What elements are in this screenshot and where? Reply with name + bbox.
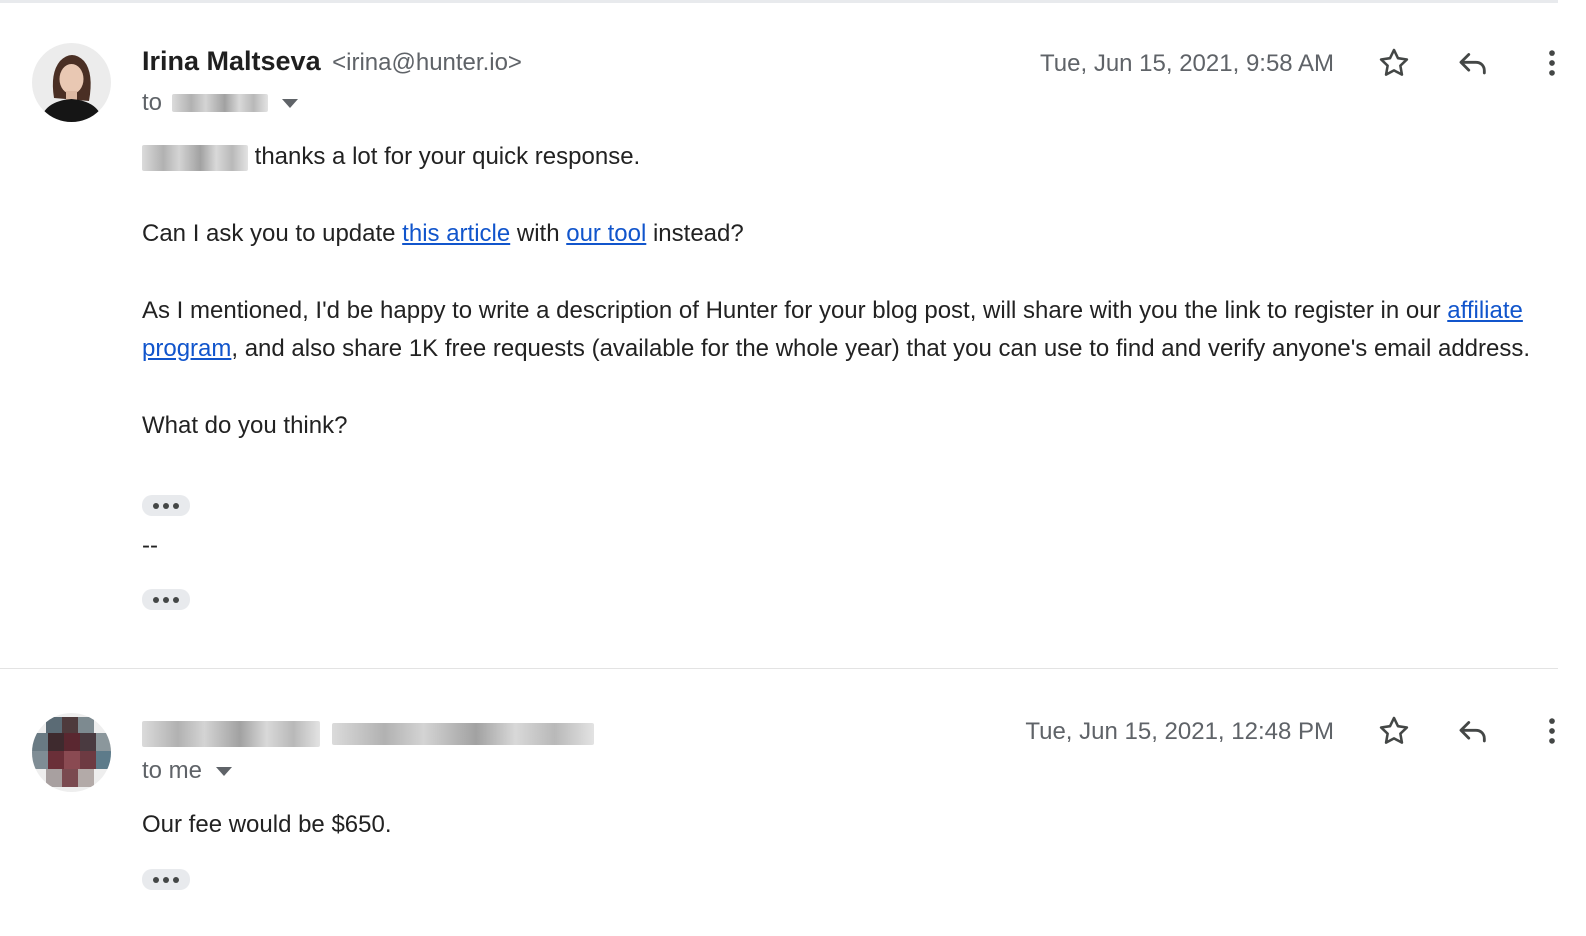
redacted-name: [142, 144, 248, 171]
chevron-down-icon[interactable]: [216, 766, 233, 776]
message-divider: [0, 668, 1558, 669]
signature-separator: --: [142, 532, 158, 559]
star-button[interactable]: [1372, 41, 1416, 85]
recipient-prefix: to: [142, 89, 163, 116]
show-trimmed-signature-button[interactable]: [142, 589, 190, 610]
reply-icon: [1459, 53, 1486, 75]
message-date: Tue, Jun 15, 2021, 9:58 AM: [1040, 50, 1334, 77]
sender-email: <irina@hunter.io>: [332, 49, 522, 76]
redacted-sender-name: [142, 720, 320, 747]
more-options-button[interactable]: [1530, 709, 1574, 753]
reply-button[interactable]: [1451, 41, 1495, 85]
message-body: thanks a lot for your quick response. Ca…: [142, 138, 1552, 445]
star-button[interactable]: [1372, 709, 1416, 753]
more-vertical-icon: [1549, 50, 1555, 76]
request-paragraph: Can I ask you to update this article wit…: [142, 220, 744, 247]
our-tool-link[interactable]: our tool: [566, 220, 646, 247]
recipient-text: to me: [142, 757, 203, 784]
reply-button[interactable]: [1451, 709, 1495, 753]
show-trimmed-content-button[interactable]: [142, 495, 190, 516]
chevron-down-icon[interactable]: [282, 98, 299, 108]
sender-avatar[interactable]: [32, 43, 111, 122]
redacted-sender-email: [331, 722, 594, 745]
top-divider: [0, 0, 1558, 3]
sender-avatar[interactable]: [32, 713, 111, 792]
message-body: Our fee would be $650.: [142, 806, 1552, 844]
sender-line: Irina Maltseva <irina@hunter.io>: [142, 46, 522, 77]
question-paragraph: What do you think?: [142, 412, 348, 439]
offer-paragraph: As I mentioned, I'd be happy to write a …: [142, 297, 1531, 362]
sender-name: Irina Maltseva: [142, 46, 321, 76]
show-trimmed-content-button[interactable]: [142, 869, 190, 890]
star-icon: [1379, 716, 1409, 744]
this-article-link[interactable]: this article: [402, 220, 510, 247]
recipient-line[interactable]: to me: [142, 757, 233, 785]
more-options-button[interactable]: [1530, 41, 1574, 85]
reply-icon: [1459, 721, 1486, 743]
sender-line: [142, 717, 594, 748]
more-vertical-icon: [1549, 718, 1555, 744]
redacted-recipient: [172, 94, 269, 112]
fee-paragraph: Our fee would be $650.: [142, 811, 392, 838]
recipient-line[interactable]: to: [142, 89, 299, 117]
star-icon: [1379, 48, 1409, 76]
greeting-line: thanks a lot for your quick response.: [142, 138, 1552, 176]
message-date: Tue, Jun 15, 2021, 12:48 PM: [1025, 718, 1334, 745]
